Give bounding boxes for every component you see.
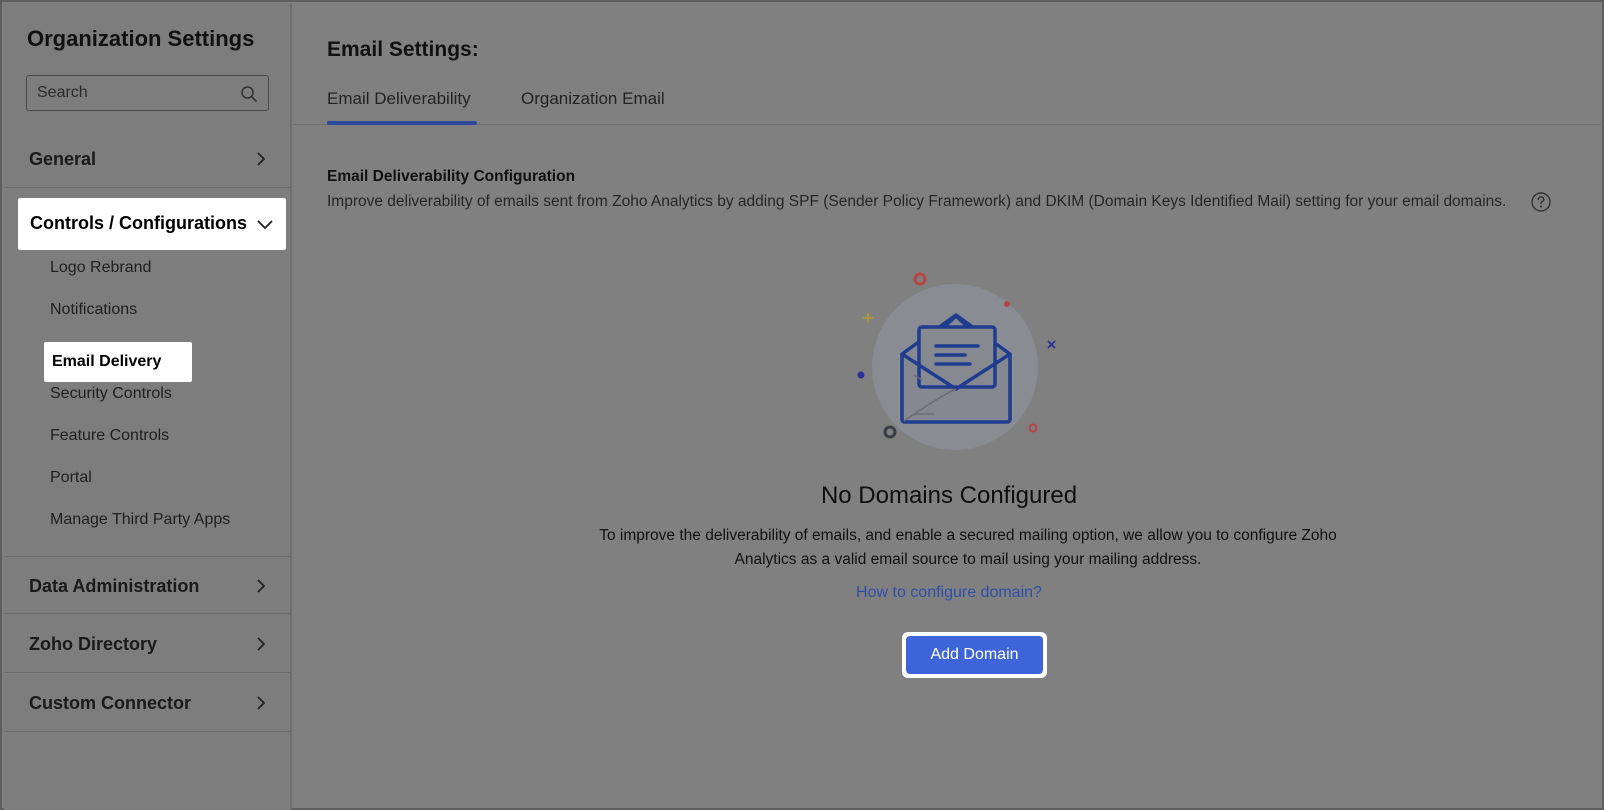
tab-organization-email[interactable]: Organization Email [521, 89, 665, 109]
sidebar-item-security-controls[interactable]: Security Controls [50, 385, 172, 403]
sidebar-title: Organization Settings [27, 26, 255, 51]
tab-bar: Email Deliverability Organization Email [294, 84, 1604, 125]
sidebar-section-general[interactable]: General [4, 130, 290, 188]
tab-email-deliverability[interactable]: Email Deliverability [327, 89, 471, 109]
sidebar-section-label: Zoho Directory [29, 634, 158, 654]
chevron-right-icon [257, 637, 266, 651]
chevron-right-icon [257, 152, 266, 166]
search-input[interactable] [37, 82, 227, 104]
add-domain-highlight: Add Domain [902, 632, 1047, 678]
sidebar-section-data-administration[interactable]: Data Administration [4, 556, 290, 614]
question-circle-icon[interactable] [1530, 191, 1552, 213]
sidebar-item-feature-controls[interactable]: Feature Controls [50, 427, 169, 445]
chevron-right-icon [257, 579, 266, 593]
main-content: Email Settings: Email Deliverability Org… [294, 4, 1604, 810]
envelope-letter-icon [857, 272, 1056, 450]
sidebar-item-email-delivery[interactable]: Email Delivery [44, 342, 192, 382]
sidebar-item-manage-third-party-apps[interactable]: Manage Third Party Apps [50, 511, 230, 529]
sidebar-section-custom-connector[interactable]: Custom Connector [4, 674, 290, 732]
sidebar-item-notifications[interactable]: Notifications [50, 301, 137, 319]
page-title: Email Settings: [327, 38, 479, 61]
sidebar-section-label: Data Administration [29, 576, 200, 596]
sidebar-item-portal[interactable]: Portal [50, 469, 92, 487]
sidebar: Organization Settings General Controls /… [4, 4, 292, 810]
config-title: Email Deliverability Configuration [327, 168, 576, 185]
app-frame: Organization Settings General Controls /… [0, 0, 1604, 810]
active-tab-indicator [327, 121, 477, 125]
sidebar-section-zoho-directory[interactable]: Zoho Directory [4, 615, 290, 673]
sidebar-section-label: General [29, 149, 97, 169]
sidebar-item-logo-rebrand[interactable]: Logo Rebrand [50, 259, 151, 277]
config-description: Improve deliverability of emails sent fr… [327, 193, 1507, 210]
configure-domain-link[interactable]: How to configure domain? [856, 584, 1042, 601]
sidebar-section-label: Controls / Configurations [30, 213, 247, 233]
empty-state-description: To improve the deliverability of emails,… [599, 527, 1337, 568]
sidebar-section-label: Custom Connector [29, 693, 191, 713]
empty-state-title: No Domains Configured [820, 482, 1078, 509]
sidebar-section-controls[interactable]: Controls / Configurations [18, 198, 286, 250]
chevron-right-icon [257, 696, 266, 710]
search-box [26, 75, 269, 111]
chevron-down-icon [257, 220, 273, 230]
sidebar-item-label: Email Delivery [52, 353, 162, 370]
search-icon[interactable] [240, 85, 258, 103]
configure-domain-help-link: How to configure domain? [294, 584, 1604, 602]
add-domain-button[interactable]: Add Domain [906, 636, 1043, 674]
